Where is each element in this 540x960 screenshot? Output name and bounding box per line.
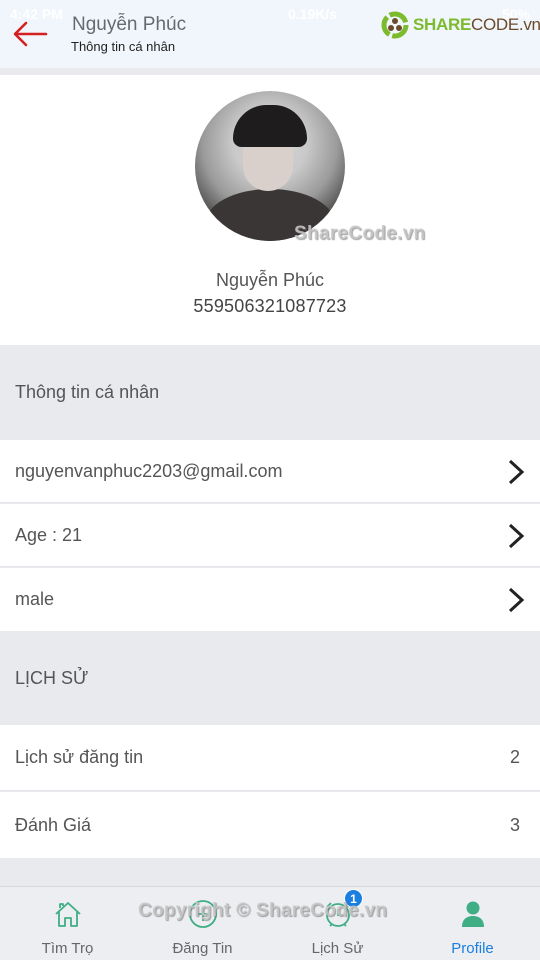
app-header: 4:42 PM 0.19K/s 50% Nguyễn Phúc Thông ti… (0, 0, 540, 68)
list-item-email[interactable]: nguyenvanphuc2203@gmail.com (0, 440, 540, 503)
page-subtitle: Thông tin cá nhân (71, 39, 176, 54)
sharecode-logo-icon (381, 11, 409, 39)
list-item-label: male (15, 589, 55, 609)
reviews-count: 3 (509, 814, 520, 835)
chevron-right-icon (508, 523, 525, 549)
notification-badge: 1 (344, 889, 363, 908)
sharecode-logo: SHARECODE.vn (381, 11, 540, 39)
list-item-age[interactable]: Age : 21 (0, 504, 540, 567)
chevron-right-icon (508, 459, 525, 485)
profile-id: 559506321087723 (193, 296, 347, 316)
bottom-tab-bar: Tìm Trọ Đăng Tin 1 Lịch Sử Profile (0, 886, 540, 960)
tab-post[interactable]: Đăng Tin (135, 887, 270, 960)
post-icon (188, 900, 217, 928)
list-item-label: Đánh Giá (15, 814, 92, 835)
tab-label: Đăng Tin (172, 940, 233, 957)
tab-profile[interactable]: Profile (405, 887, 540, 960)
list-item-gender[interactable]: male (0, 568, 540, 631)
profile-screen: 4:42 PM 0.19K/s 50% Nguyễn Phúc Thông ti… (0, 0, 540, 960)
post-history-count: 2 (509, 747, 520, 767)
section-heading-personal-info: Thông tin cá nhân (0, 345, 540, 440)
home-icon (54, 902, 81, 927)
avatar[interactable] (195, 91, 345, 241)
back-button[interactable] (12, 20, 48, 48)
profile-name: Nguyễn Phúc (215, 270, 325, 290)
arrow-left-icon (13, 21, 48, 47)
list-item-label: Lịch sử đăng tin (15, 747, 144, 767)
page-title: Nguyễn Phúc (72, 14, 187, 35)
tab-label: Profile (451, 940, 494, 957)
chevron-right-icon (508, 587, 525, 613)
tab-label: Tìm Trọ (41, 940, 94, 957)
tab-find-room[interactable]: Tìm Trọ (0, 887, 135, 960)
list-item-reviews[interactable]: Đánh Giá 3 (0, 792, 540, 858)
logo-text: SHARECODE.vn (413, 15, 540, 34)
user-icon (461, 901, 484, 927)
tab-history[interactable]: 1 Lịch Sử (270, 887, 405, 960)
profile-card: Nguyễn Phúc 559506321087723 (0, 75, 540, 345)
list-item-label: nguyenvanphuc2203@gmail.com (15, 460, 283, 481)
section-heading-history: LỊCH SỬ (0, 631, 540, 725)
list-item-label: Age : 21 (15, 524, 83, 545)
list-item-post-history[interactable]: Lịch sử đăng tin 2 (0, 725, 540, 791)
tab-label: Lịch Sử (311, 940, 364, 957)
status-network-speed: 0.19K/s (288, 6, 338, 22)
